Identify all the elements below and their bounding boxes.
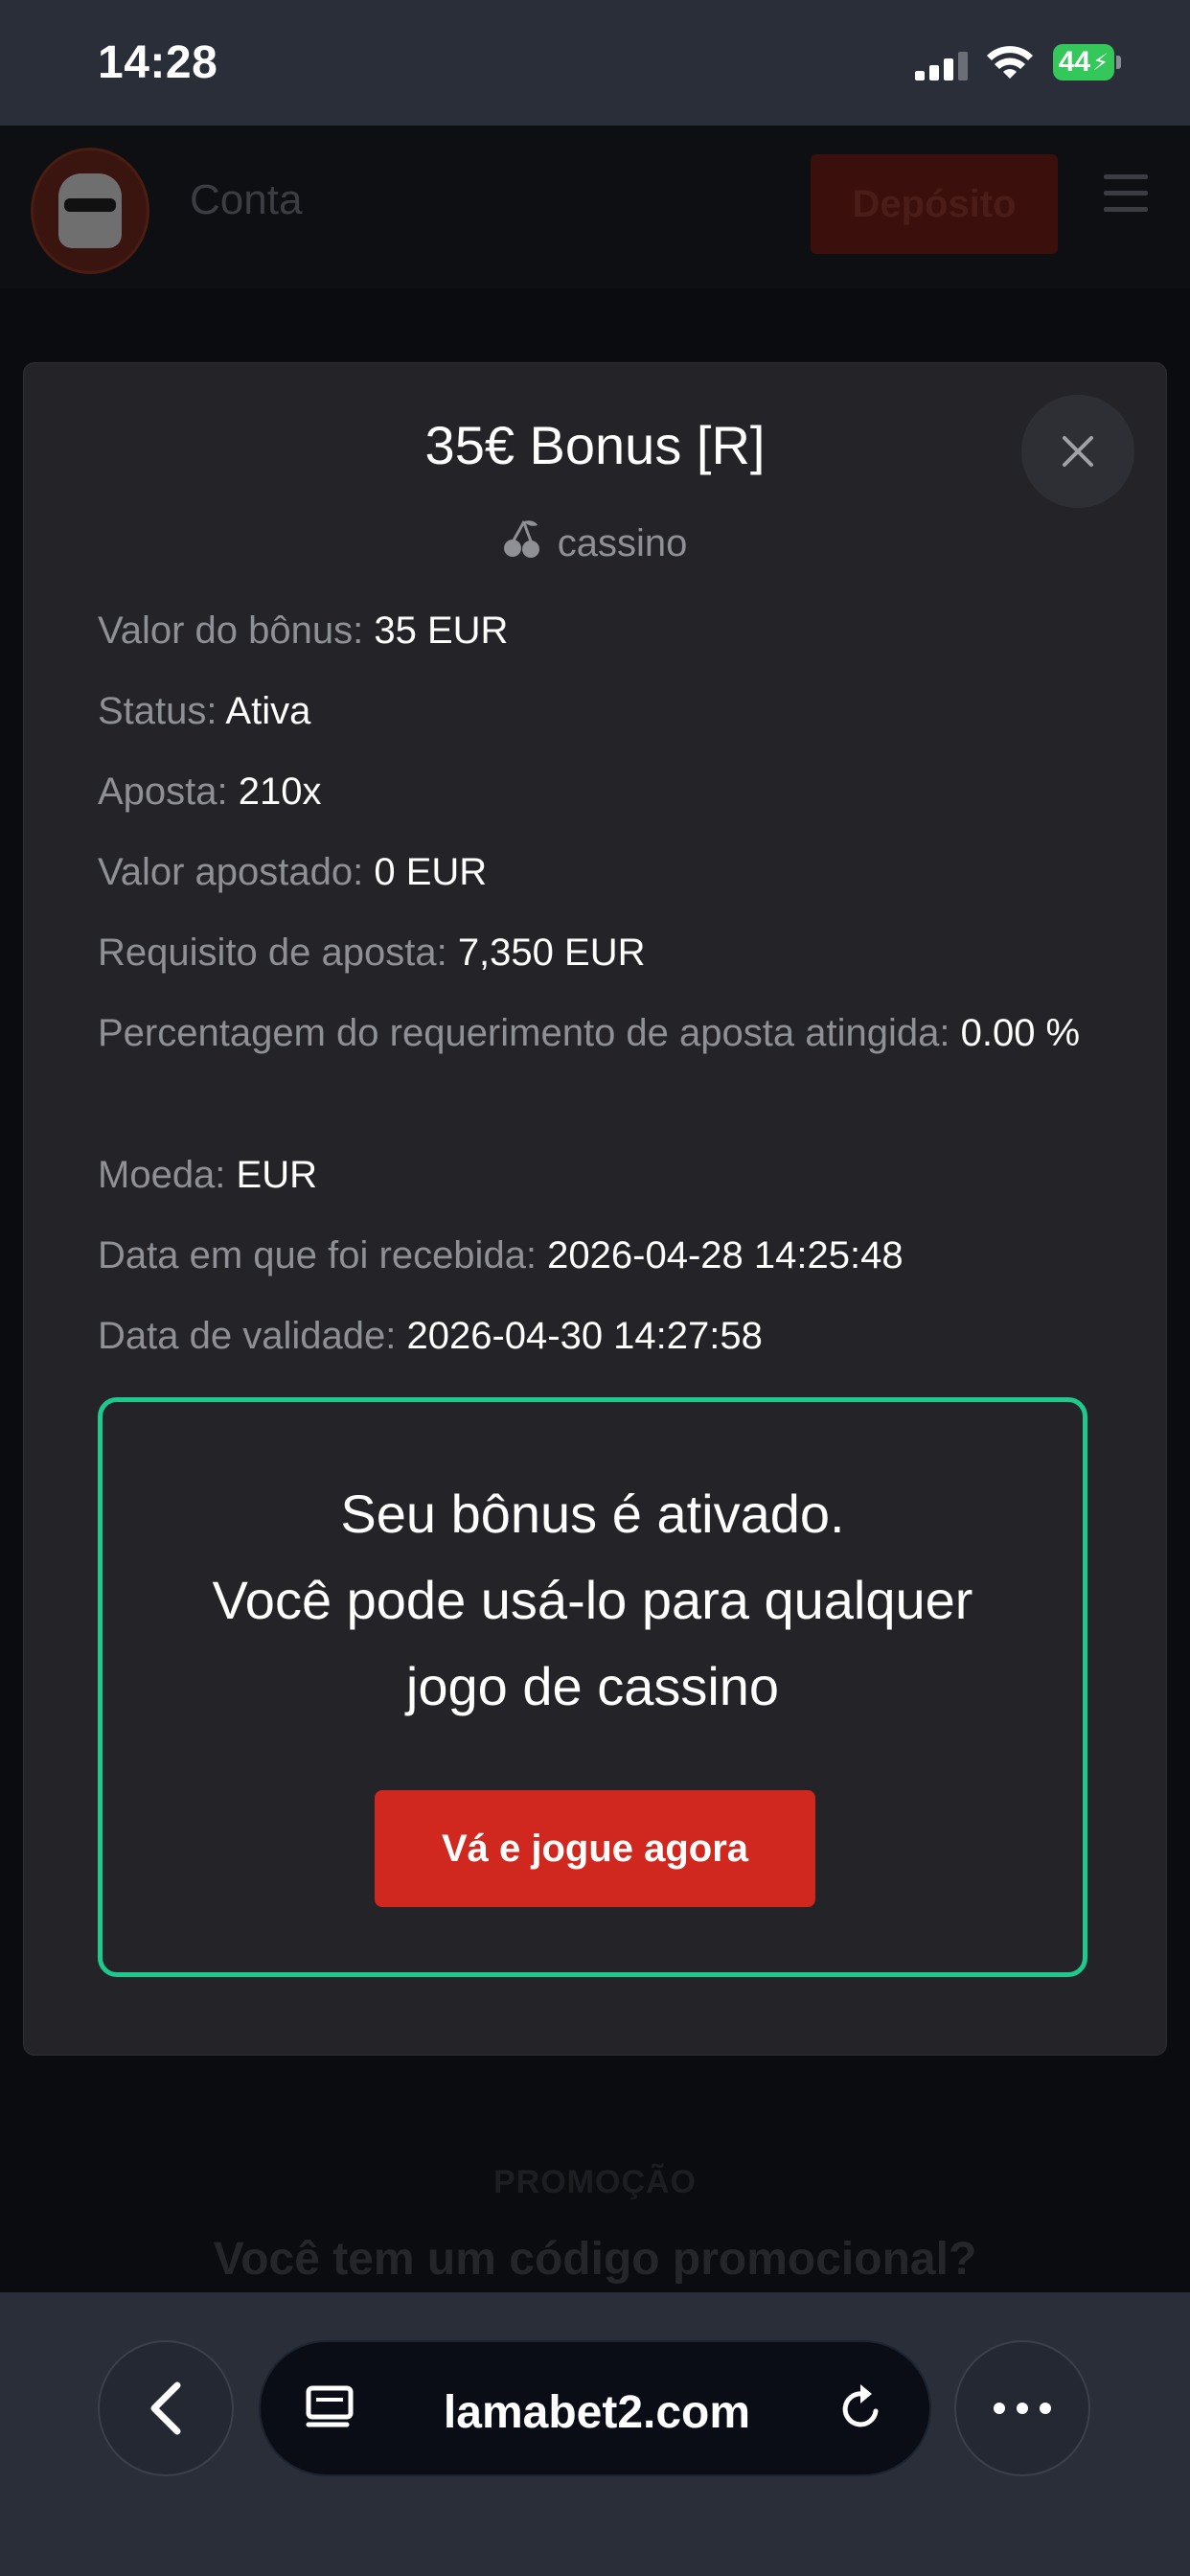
more-dots-icon: [994, 2403, 1051, 2414]
detail-wager-requirement: Requisito de aposta: 7,350 EUR: [98, 932, 646, 974]
detail-status: Status: Ativa: [98, 690, 311, 732]
cellular-signal-icon: [915, 52, 968, 80]
chevron-left-icon: [150, 2381, 181, 2435]
hamburger-menu-icon[interactable]: [1104, 174, 1148, 213]
detail-wager: Aposta: 210x: [98, 770, 322, 813]
status-bar: 14:28 44 ⚡: [0, 0, 1190, 126]
account-link[interactable]: Conta: [190, 176, 302, 224]
detail-bonus-value: Valor do bônus: 35 EUR: [98, 610, 509, 652]
battery-nub: [1116, 56, 1121, 69]
detail-currency: Moeda: EUR: [98, 1154, 317, 1196]
detail-expiry-date: Data de validade: 2026-04-30 14:27:58: [98, 1315, 763, 1357]
detail-wagered-amount: Valor apostado: 0 EUR: [98, 851, 488, 893]
cherry-icon: [503, 520, 539, 558]
activated-message-line1: Seu bônus é ativado.: [340, 1484, 845, 1544]
url-text: lamabet2.com: [443, 2387, 751, 2438]
promo-section-label: PROMOÇÃO: [493, 2164, 697, 2200]
deposit-button[interactable]: Depósito: [811, 154, 1058, 254]
wifi-icon: [987, 46, 1033, 79]
modal-title: 35€ Bonus [R]: [424, 415, 766, 475]
battery-level: 44: [1058, 46, 1091, 78]
reload-icon[interactable]: [834, 2382, 887, 2436]
more-options-button[interactable]: [954, 2340, 1090, 2476]
detail-received-date: Data em que foi recebida: 2026-04-28 14:…: [98, 1234, 904, 1276]
activated-message-line2: Você pode usá-lo para qualquer: [212, 1570, 973, 1630]
bonus-category: cassino: [0, 519, 1190, 565]
llama-logo-icon[interactable]: [31, 148, 149, 274]
back-button[interactable]: [98, 2340, 234, 2476]
detail-wager-percentage: Percentagem do requerimento de aposta at…: [98, 1012, 1081, 1054]
promo-question: Você tem um código promocional?: [213, 2234, 977, 2285]
play-now-button[interactable]: Vá e jogue agora: [375, 1790, 815, 1907]
battery-charging-icon: 44 ⚡: [1053, 44, 1114, 80]
activated-message-line3: jogo de cassino: [405, 1656, 780, 1716]
category-label: cassino: [557, 522, 688, 564]
address-bar[interactable]: lamabet2.com: [259, 2340, 931, 2476]
status-time: 14:28: [98, 37, 218, 88]
